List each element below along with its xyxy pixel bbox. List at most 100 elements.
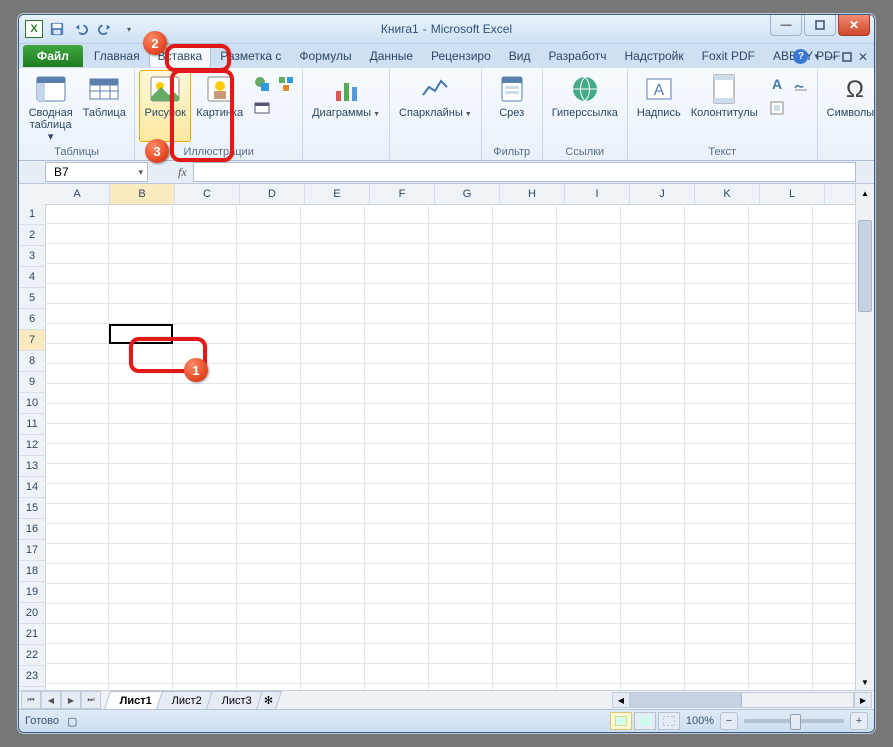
help-icon[interactable]: ?: [793, 49, 808, 64]
tab-7[interactable]: Разработч: [539, 44, 615, 67]
col-header-L[interactable]: L: [760, 184, 825, 204]
row-header-2[interactable]: 2: [19, 225, 45, 246]
zoom-slider[interactable]: [744, 719, 844, 723]
ribbon-sigline-button[interactable]: [789, 72, 813, 96]
row-header-6[interactable]: 6: [19, 309, 45, 330]
row-header-12[interactable]: 12: [19, 435, 45, 456]
tab-2[interactable]: Разметка с: [211, 44, 290, 67]
vscroll-thumb[interactable]: [858, 220, 872, 312]
row-header-14[interactable]: 14: [19, 477, 45, 498]
col-header-B[interactable]: B: [110, 184, 175, 204]
tab-5[interactable]: Рецензиро: [422, 44, 500, 67]
row-header-5[interactable]: 5: [19, 288, 45, 309]
zoom-out-button[interactable]: −: [720, 712, 738, 730]
ribbon-object-button[interactable]: [765, 96, 789, 120]
ribbon-hyperlink-button[interactable]: Гиперссылка: [547, 70, 623, 142]
row-header-21[interactable]: 21: [19, 624, 45, 645]
col-header-D[interactable]: D: [240, 184, 305, 204]
col-header-C[interactable]: C: [175, 184, 240, 204]
undo-button[interactable]: [71, 19, 91, 39]
tab-1[interactable]: Вставка: [149, 44, 212, 67]
row-header-8[interactable]: 8: [19, 351, 45, 372]
row-header-13[interactable]: 13: [19, 456, 45, 477]
row-header-3[interactable]: 3: [19, 246, 45, 267]
mdi-close-button[interactable]: ✕: [858, 50, 868, 64]
tab-0[interactable]: Главная: [85, 44, 149, 67]
ribbon-min-button[interactable]: ▾: [814, 51, 819, 62]
row-header-4[interactable]: 4: [19, 267, 45, 288]
sheet-next-button[interactable]: ▶: [61, 691, 81, 709]
row-header-17[interactable]: 17: [19, 540, 45, 561]
row-header-1[interactable]: 1: [19, 204, 45, 225]
new-sheet-button[interactable]: ✻: [256, 691, 282, 709]
ribbon-pivot-button[interactable]: Своднаятаблица ▾: [23, 70, 78, 142]
vertical-scrollbar[interactable]: ▲ ▼: [855, 184, 874, 691]
tab-3[interactable]: Формулы: [290, 44, 360, 67]
horizontal-scrollbar[interactable]: ◀ ▶: [612, 693, 872, 707]
row-header-18[interactable]: 18: [19, 561, 45, 582]
ribbon-smartart-button[interactable]: [274, 72, 298, 96]
zoom-in-button[interactable]: +: [850, 712, 868, 730]
row-header-11[interactable]: 11: [19, 414, 45, 435]
ribbon-table-button[interactable]: Таблица: [78, 70, 130, 142]
col-header-K[interactable]: K: [695, 184, 760, 204]
sheet-prev-button[interactable]: ◀: [41, 691, 61, 709]
view-pagebreak-button[interactable]: [658, 712, 680, 730]
col-header-F[interactable]: F: [370, 184, 435, 204]
tab-4[interactable]: Данные: [361, 44, 422, 67]
row-header-7[interactable]: 7: [19, 330, 45, 351]
close-button[interactable]: ✕: [838, 15, 870, 36]
name-box[interactable]: B7: [45, 162, 148, 182]
row-header-15[interactable]: 15: [19, 498, 45, 519]
view-pagelayout-button[interactable]: [634, 712, 656, 730]
active-cell[interactable]: [109, 324, 173, 344]
col-header-H[interactable]: H: [500, 184, 565, 204]
tab-9[interactable]: Foxit PDF: [693, 44, 764, 67]
ribbon-symbol-button[interactable]: ΩСимволы▼: [822, 70, 875, 142]
redo-button[interactable]: [95, 19, 115, 39]
ribbon-headerfooter-button[interactable]: Колонтитулы: [686, 70, 763, 142]
row-header-16[interactable]: 16: [19, 519, 45, 540]
sheet-last-button[interactable]: ⏭: [81, 691, 101, 709]
ribbon-picture-button[interactable]: Рисунок: [139, 70, 191, 142]
col-header-E[interactable]: E: [305, 184, 370, 204]
ribbon-clipart-button[interactable]: Картинка: [191, 70, 248, 142]
row-header-19[interactable]: 19: [19, 582, 45, 603]
minimize-button[interactable]: —: [770, 15, 802, 36]
hscroll-thumb[interactable]: [631, 693, 742, 707]
col-header-I[interactable]: I: [565, 184, 630, 204]
row-header-23[interactable]: 23: [19, 666, 45, 687]
ribbon-screenshot-button[interactable]: [250, 96, 274, 120]
row-header-22[interactable]: 22: [19, 645, 45, 666]
maximize-button[interactable]: [804, 15, 836, 36]
zoom-slider-thumb[interactable]: [790, 714, 801, 730]
ribbon-chart-button[interactable]: Диаграммы▼: [307, 70, 385, 142]
fx-icon[interactable]: fx: [178, 165, 187, 180]
mdi-minimize-button[interactable]: —: [825, 51, 836, 63]
sheet-first-button[interactable]: ⏮: [21, 691, 41, 709]
tab-8[interactable]: Надстройк: [616, 44, 693, 67]
ribbon-shapes-button[interactable]: [250, 72, 274, 96]
col-header-A[interactable]: A: [45, 184, 110, 204]
row-header-9[interactable]: 9: [19, 372, 45, 393]
macro-record-icon[interactable]: ▢: [67, 715, 77, 728]
cell-grid[interactable]: [45, 204, 856, 691]
hscroll-left-button[interactable]: ◀: [612, 692, 630, 708]
ribbon-slicer-button[interactable]: Срез: [486, 70, 538, 142]
qat-more-button[interactable]: ▾: [119, 19, 139, 39]
excel-logo-icon[interactable]: X: [25, 20, 43, 38]
file-tab[interactable]: Файл: [23, 45, 83, 67]
ribbon-textbox-button[interactable]: AНадпись: [632, 70, 686, 142]
zoom-level[interactable]: 100%: [686, 715, 714, 727]
row-header-20[interactable]: 20: [19, 603, 45, 624]
hscroll-right-button[interactable]: ▶: [854, 692, 872, 708]
mdi-restore-button[interactable]: [842, 52, 852, 62]
tab-6[interactable]: Вид: [500, 44, 540, 67]
formula-input[interactable]: [193, 162, 856, 182]
row-header-10[interactable]: 10: [19, 393, 45, 414]
save-button[interactable]: [47, 19, 67, 39]
select-all-corner[interactable]: [19, 184, 46, 205]
ribbon-spark-button[interactable]: Спарклайны▼: [394, 70, 477, 142]
col-header-J[interactable]: J: [630, 184, 695, 204]
view-normal-button[interactable]: [610, 712, 632, 730]
